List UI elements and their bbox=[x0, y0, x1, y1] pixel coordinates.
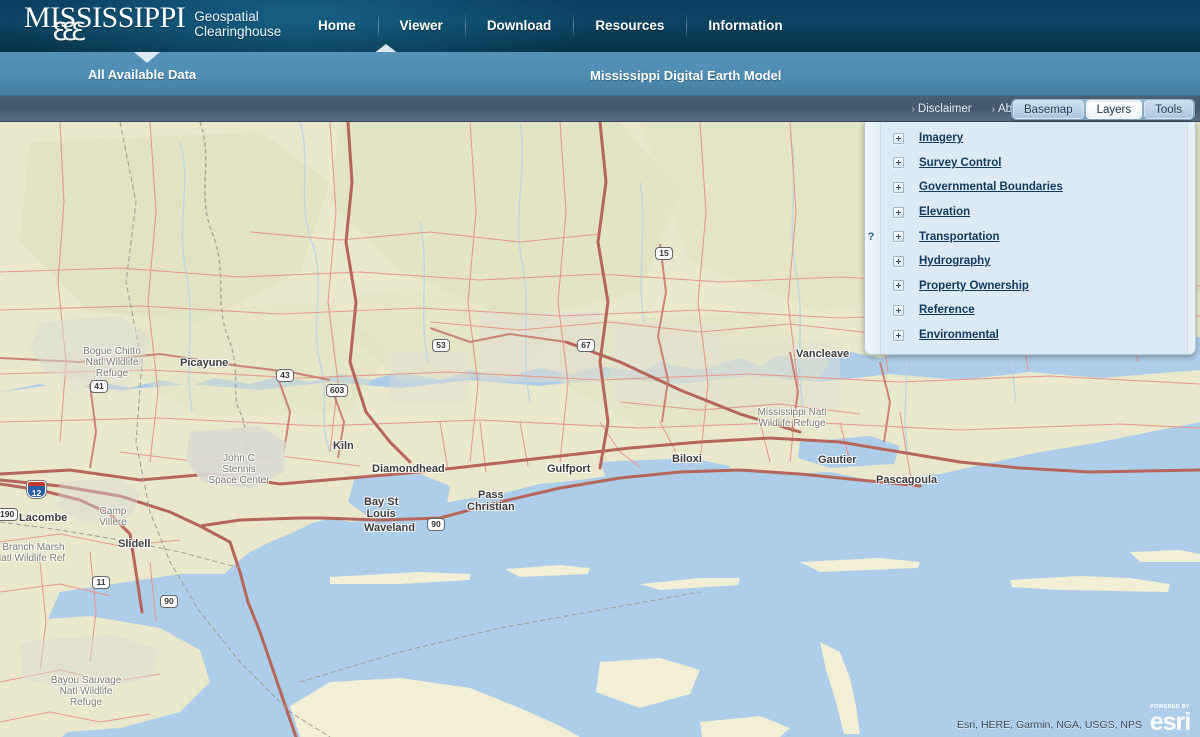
layer-list: Imagery Survey Control Governmental Boun… bbox=[881, 126, 1186, 354]
layer-row-reference[interactable]: Reference bbox=[881, 298, 1186, 323]
route-shield: 41 bbox=[90, 380, 108, 393]
site-logo[interactable]: MISSISSIPPI ℇℇℇ Geospatial Clearinghouse bbox=[24, 1, 281, 46]
layer-label[interactable]: Reference bbox=[919, 304, 975, 316]
logo-secondary-line1: Geospatial bbox=[194, 9, 259, 24]
chevron-right-icon: › bbox=[991, 104, 995, 115]
nav-item-resources[interactable]: Resources bbox=[573, 0, 686, 52]
nav-item-home[interactable]: Home bbox=[296, 0, 378, 52]
map-attribution: Esri, HERE, Garmin, NGA, USGS, NPS bbox=[957, 719, 1142, 731]
app-root: MISSISSIPPI ℇℇℇ Geospatial Clearinghouse… bbox=[0, 0, 1200, 737]
panel-tab-group: Basemap Layers Tools bbox=[1011, 99, 1195, 120]
chevron-right-icon: › bbox=[911, 104, 915, 115]
active-nav-caret-icon bbox=[373, 44, 399, 52]
layer-label[interactable]: Transportation bbox=[919, 231, 1000, 243]
layer-row-survey-control[interactable]: Survey Control bbox=[881, 151, 1186, 176]
dataset-caret-icon bbox=[134, 52, 160, 63]
tab-tools[interactable]: Tools bbox=[1144, 100, 1193, 119]
layer-label[interactable]: Survey Control bbox=[919, 157, 1001, 169]
layer-label[interactable]: Elevation bbox=[919, 206, 970, 218]
disclaimer-link-label: Disclaimer bbox=[917, 103, 972, 115]
layer-row-elevation[interactable]: Elevation bbox=[881, 200, 1186, 225]
layer-row-transportation[interactable]: Transportation bbox=[881, 224, 1186, 249]
plus-expand-icon[interactable] bbox=[893, 206, 904, 218]
site-header: MISSISSIPPI ℇℇℇ Geospatial Clearinghouse… bbox=[0, 0, 1200, 52]
dataset-selector[interactable]: All Available Data bbox=[88, 67, 196, 82]
logo-secondary-line2: Clearinghouse bbox=[194, 24, 282, 39]
plus-expand-icon[interactable] bbox=[893, 157, 904, 169]
route-shield: 53 bbox=[432, 339, 450, 352]
layer-label[interactable]: Environmental bbox=[919, 329, 999, 341]
layer-label[interactable]: Governmental Boundaries bbox=[919, 181, 1063, 193]
layer-label[interactable]: Property Ownership bbox=[919, 280, 1029, 292]
layer-label[interactable]: Hydrography bbox=[919, 255, 991, 267]
layer-row-governmental-boundaries[interactable]: Governmental Boundaries bbox=[881, 175, 1186, 200]
viewer-toolbar: ›Disclaimer ›About Basemap Layers Tools bbox=[0, 96, 1200, 122]
disclaimer-link[interactable]: › Disclaimer bbox=[912, 103, 972, 115]
logo-primary-text: MISSISSIPPI bbox=[24, 1, 186, 34]
layer-row-property-ownership[interactable]: Property Ownership bbox=[881, 274, 1186, 299]
layer-row-environmental[interactable]: Environmental bbox=[881, 323, 1186, 348]
plus-expand-icon[interactable] bbox=[893, 181, 904, 193]
layer-row-imagery[interactable]: Imagery bbox=[881, 126, 1186, 151]
plus-expand-icon[interactable] bbox=[893, 132, 904, 144]
route-shield: 190 bbox=[0, 508, 19, 521]
plus-expand-icon[interactable] bbox=[893, 231, 904, 243]
nav-item-download[interactable]: Download bbox=[464, 0, 574, 52]
page-title: Mississippi Digital Earth Model bbox=[590, 68, 782, 83]
tab-layers[interactable]: Layers bbox=[1085, 100, 1143, 119]
route-shield: 15 bbox=[655, 247, 673, 260]
tab-basemap[interactable]: Basemap bbox=[1013, 100, 1084, 119]
plus-expand-icon[interactable] bbox=[893, 255, 904, 267]
route-shield: 90 bbox=[160, 595, 178, 608]
layers-panel: Imagery Survey Control Governmental Boun… bbox=[864, 122, 1196, 355]
logo-secondary-text: Geospatial Clearinghouse bbox=[194, 1, 281, 39]
dataset-bar: All Available Data Mississippi Digital E… bbox=[0, 52, 1200, 96]
layer-label[interactable]: Imagery bbox=[919, 132, 963, 144]
esri-logo: POWERED BY esri bbox=[1146, 704, 1194, 736]
route-shield: 90 bbox=[427, 518, 445, 531]
help-button[interactable]: ? bbox=[864, 230, 878, 244]
esri-wordmark: esri bbox=[1149, 708, 1191, 736]
plus-expand-icon[interactable] bbox=[893, 304, 904, 316]
route-shield-interstate: 12 bbox=[27, 481, 46, 498]
layer-row-hydrography[interactable]: Hydrography bbox=[881, 249, 1186, 274]
route-shield: 43 bbox=[276, 369, 294, 382]
route-shield: 11 bbox=[92, 576, 110, 589]
nav-item-information[interactable]: Information bbox=[686, 0, 804, 52]
panel-scrollbar[interactable] bbox=[1187, 122, 1195, 354]
plus-expand-icon[interactable] bbox=[893, 329, 904, 341]
route-shield: 603 bbox=[326, 384, 349, 397]
route-shield: 67 bbox=[577, 339, 595, 352]
plus-expand-icon[interactable] bbox=[893, 280, 904, 292]
